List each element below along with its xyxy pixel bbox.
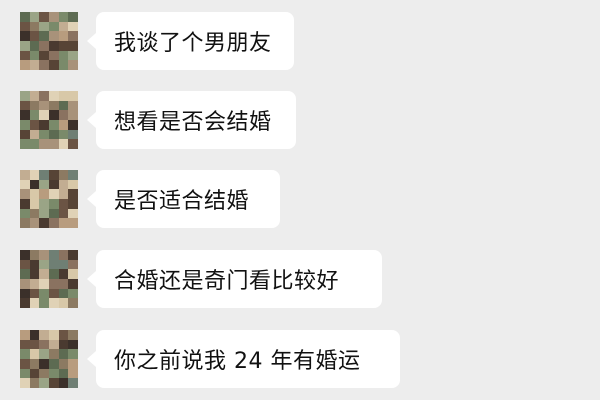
pixelated-avatar-icon[interactable] bbox=[20, 170, 78, 228]
message-row: 是否适合结婚 bbox=[0, 170, 600, 240]
pixelated-avatar-icon[interactable] bbox=[20, 12, 78, 70]
message-row: 你之前说我 24 年有婚运 bbox=[0, 330, 600, 400]
pixelated-avatar-icon[interactable] bbox=[20, 330, 78, 388]
message-bubble[interactable]: 想看是否会结婚 bbox=[87, 91, 296, 149]
chat-thread: 我谈了个男朋友 想看是否会结婚 是否适合结婚 合婚还是奇门看比较好 你之前说我 … bbox=[0, 0, 600, 400]
pixelated-avatar-icon[interactable] bbox=[20, 250, 78, 308]
message-bubble[interactable]: 合婚还是奇门看比较好 bbox=[87, 250, 382, 308]
message-row: 合婚还是奇门看比较好 bbox=[0, 250, 600, 320]
pixelated-avatar-icon[interactable] bbox=[20, 91, 78, 149]
message-bubble[interactable]: 你之前说我 24 年有婚运 bbox=[87, 330, 400, 388]
message-bubble[interactable]: 是否适合结婚 bbox=[87, 170, 280, 228]
message-row: 我谈了个男朋友 bbox=[0, 12, 600, 82]
message-row: 想看是否会结婚 bbox=[0, 91, 600, 161]
message-bubble[interactable]: 我谈了个男朋友 bbox=[87, 12, 294, 70]
